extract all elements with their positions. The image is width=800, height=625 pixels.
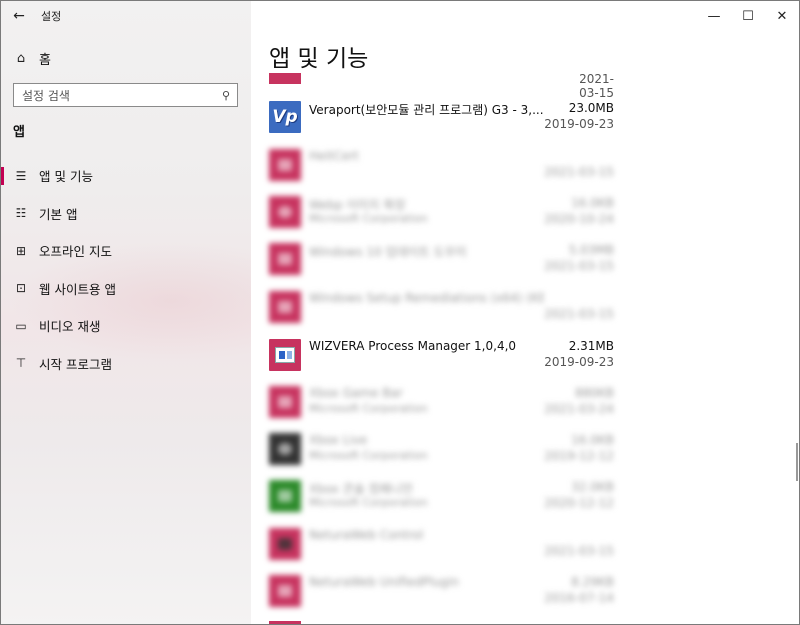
app-size: 16.0KB (571, 196, 614, 210)
sidebar-item-label: 시작 프로그램 (39, 356, 112, 372)
app-date: 2021-03-15 (544, 544, 614, 558)
wizvera-icon (269, 339, 301, 371)
app-date: 2016-07-14 (544, 591, 614, 605)
sidebar: ← 설정 ⌂ 홈 설정 검색 ⚲ 앱 ☰ 앱 및 기능 ☷ 기본 앱 ⊞ 오프라… (1, 1, 251, 624)
apps-for-websites-icon: ⊡ (15, 281, 27, 296)
sidebar-item-offline-maps[interactable]: ⊞ 오프라인 지도 (1, 232, 251, 270)
app-list: 2021-03-15 Vp Veraport(보안모듈 관리 프로그램) G3 … (269, 1, 789, 624)
app-size: 880KB (574, 386, 614, 400)
search-icon[interactable]: ⚲ (215, 89, 237, 102)
app-date: 2021-03-15 (544, 259, 614, 273)
close-button[interactable]: ✕ (765, 1, 799, 31)
sidebar-item-label: 웹 사이트용 앱 (39, 281, 116, 297)
app-icon (269, 149, 301, 181)
xbox-live-icon (269, 433, 301, 465)
app-name: HeitCert (309, 149, 359, 163)
sidebar-item-apps-features[interactable]: ☰ 앱 및 기능 (1, 157, 251, 195)
app-publisher: Microsoft Corporation (309, 449, 428, 462)
app-name: WIZVERA Process Manager 1,0,4,0 (309, 339, 517, 353)
app-name: Xbox Game Bar (309, 386, 403, 400)
sidebar-item-startup[interactable]: ⊤ 시작 프로그램 (1, 345, 251, 383)
app-row[interactable]: Xbox Game Bar Microsoft Corporation 880K… (269, 380, 614, 424)
sidebar-item-label: 오프라인 지도 (39, 244, 112, 260)
app-date: 2021-03-15 (544, 165, 614, 179)
sidebar-item-label: 기본 앱 (39, 206, 78, 222)
app-icon (269, 243, 301, 275)
home-link[interactable]: ⌂ 홈 (13, 47, 51, 69)
app-icon (269, 575, 301, 607)
sidebar-item-apps-for-websites[interactable]: ⊡ 웹 사이트용 앱 (1, 270, 251, 308)
sidebar-nav: ☰ 앱 및 기능 ☷ 기본 앱 ⊞ 오프라인 지도 ⊡ 웹 사이트용 앱 ▭ 비… (1, 157, 251, 382)
webp-icon (269, 196, 301, 228)
app-name: Webp 이미지 확장 (309, 198, 406, 212)
app-date: 2019-09-23 (544, 355, 614, 369)
offline-maps-icon: ⊞ (15, 243, 27, 258)
settings-window: ← 설정 ⌂ 홈 설정 검색 ⚲ 앱 ☰ 앱 및 기능 ☷ 기본 앱 ⊞ 오프라… (0, 0, 800, 625)
app-row[interactable]: NeturaWeb UnifiedPlugin 8.29KB 2016-07-1… (269, 569, 614, 613)
app-size: 8.29KB (571, 575, 614, 589)
apps-list-icon: ☰ (15, 168, 27, 183)
section-title: 앱 (13, 125, 25, 140)
app-date: 2021-03-24 (544, 402, 614, 416)
app-row-veraport[interactable]: Vp Veraport(보안모듈 관리 프로그램) G3 - 3,... 23.… (269, 95, 614, 139)
app-publisher: Microsoft Corporation (309, 212, 428, 225)
app-date: 2019-09-23 (544, 117, 614, 131)
app-name: Veraport(보안모듈 관리 프로그램) G3 - 3,... (309, 103, 544, 117)
app-row[interactable]: Windows Setup Remediations (x64) (KB40..… (269, 285, 614, 329)
app-name: NeturaWeb UnifiedPlugin (309, 575, 459, 589)
startup-icon: ⊤ (15, 356, 27, 371)
app-row[interactable]: Xbox Live Microsoft Corporation 16.0KB 2… (269, 427, 614, 471)
maximize-button[interactable]: ☐ (731, 1, 765, 31)
app-date: 2021-03-15 (544, 307, 614, 321)
app-row[interactable]: Webp 이미지 확장 Microsoft Corporation 16.0KB… (269, 190, 614, 234)
app-size: 16.0KB (571, 433, 614, 447)
window-controls: — ☐ ✕ (697, 1, 799, 31)
app-row[interactable]: NeturaWeb Control 2021-03-15 (269, 522, 614, 566)
app-row[interactable]: HeitCert 2021-03-15 (269, 143, 614, 187)
video-playback-icon: ▭ (15, 318, 27, 333)
app-name: Windows 10 업데이트 도우미 (309, 245, 467, 259)
app-date: 2020-12-12 (544, 496, 614, 510)
veraport-icon: Vp (269, 101, 301, 133)
app-row[interactable]: Xbox 콘솔 컴패니언 Microsoft Corporation 32.0K… (269, 474, 614, 518)
app-name: Windows Setup Remediations (x64) (KB40..… (309, 291, 544, 305)
scrollbar-thumb[interactable] (796, 443, 798, 481)
app-size: 5.03MB (568, 243, 614, 257)
app-name: Xbox 콘솔 컴패니언 (309, 482, 413, 496)
title-bar: ← 설정 (1, 1, 251, 31)
app-name: NeturaWeb Control (309, 528, 424, 542)
xbox-companion-icon (269, 480, 301, 512)
main-content: 앱 및 기능 2021-03-15 Vp Veraport(보안모듈 관리 프로… (251, 1, 799, 624)
back-arrow-icon[interactable]: ← (1, 1, 37, 31)
window-title: 설정 (41, 10, 62, 23)
app-name: Xbox Live (309, 433, 368, 447)
search-box[interactable]: 설정 검색 ⚲ (13, 83, 238, 107)
sidebar-item-label: 앱 및 기능 (39, 169, 93, 185)
app-publisher: Microsoft Corporation (309, 496, 428, 509)
default-apps-icon: ☷ (15, 206, 27, 221)
app-row-wizvera[interactable]: WIZVERA Process Manager 1,0,4,0 2.31MB 2… (269, 333, 614, 377)
app-date: 2020-10-24 (544, 212, 614, 226)
sidebar-item-label: 비디오 재생 (39, 319, 101, 335)
partial-app-icon (269, 621, 301, 624)
partial-app-icon (269, 73, 301, 84)
app-icon (269, 291, 301, 323)
app-size: 23.0MB (568, 101, 614, 115)
app-date: 2019-12-12 (544, 449, 614, 463)
home-icon: ⌂ (16, 50, 26, 66)
app-icon (269, 528, 301, 560)
app-publisher: Microsoft Corporation (309, 402, 428, 415)
search-input[interactable]: 설정 검색 (14, 87, 215, 104)
app-size: 2.31MB (568, 339, 614, 353)
sidebar-item-default-apps[interactable]: ☷ 기본 앱 (1, 195, 251, 233)
minimize-button[interactable]: — (697, 1, 731, 31)
app-size: 32.0KB (571, 480, 614, 494)
home-label: 홈 (39, 52, 51, 68)
app-row[interactable]: Windows 10 업데이트 도우미 5.03MB 2021-03-15 (269, 237, 614, 281)
xbox-game-bar-icon (269, 386, 301, 418)
sidebar-item-video-playback[interactable]: ▭ 비디오 재생 (1, 307, 251, 345)
